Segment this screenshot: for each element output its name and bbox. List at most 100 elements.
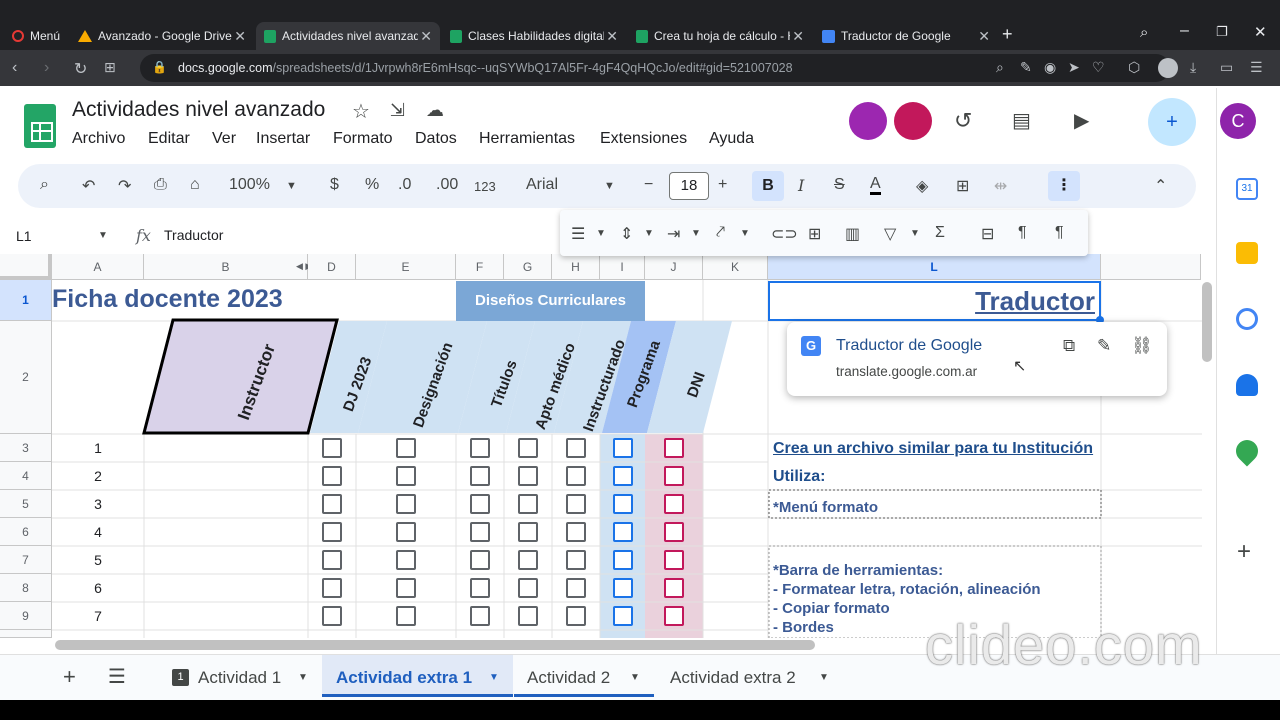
formula-input[interactable]: Traductor bbox=[164, 227, 223, 243]
decrease-font-size-icon[interactable]: − bbox=[644, 176, 653, 194]
column-header-g[interactable]: G bbox=[504, 254, 552, 280]
row-number-cell[interactable]: 3 bbox=[78, 496, 118, 512]
menu-ver[interactable]: Ver bbox=[212, 130, 236, 148]
checkbox[interactable] bbox=[470, 606, 490, 626]
checkbox[interactable] bbox=[613, 550, 633, 570]
browser-tab-drive[interactable]: Avanzado - Google Drive ✕ bbox=[70, 22, 254, 50]
checkbox[interactable] bbox=[613, 466, 633, 486]
crea-archivo-link[interactable]: Crea un archivo similar para tu Instituc… bbox=[773, 440, 1093, 458]
checkbox[interactable] bbox=[470, 466, 490, 486]
close-tab-icon[interactable]: ✕ bbox=[234, 28, 246, 45]
menu-ayuda[interactable]: Ayuda bbox=[709, 130, 754, 148]
checkbox[interactable] bbox=[396, 606, 416, 626]
horizontal-scrollbar[interactable] bbox=[55, 640, 815, 650]
checkbox[interactable] bbox=[470, 550, 490, 570]
zoom-chevron-icon[interactable]: ▼ bbox=[286, 180, 297, 192]
checkbox[interactable] bbox=[566, 438, 586, 458]
share-icon[interactable]: + bbox=[1148, 98, 1196, 146]
copy-link-icon[interactable]: ⧉ bbox=[1063, 336, 1075, 356]
print-icon[interactable]: ⎙ bbox=[154, 176, 167, 194]
checkbox[interactable] bbox=[322, 522, 342, 542]
checkbox[interactable] bbox=[613, 578, 633, 598]
checkbox[interactable] bbox=[664, 578, 684, 598]
checkbox[interactable] bbox=[470, 494, 490, 514]
checkbox[interactable] bbox=[322, 606, 342, 626]
get-addons-icon[interactable]: + bbox=[1237, 538, 1251, 566]
row-number-cell[interactable]: 4 bbox=[78, 524, 118, 540]
row-header[interactable]: 2 bbox=[0, 321, 52, 434]
row-header[interactable] bbox=[0, 630, 52, 638]
italic-button[interactable]: I bbox=[798, 176, 804, 195]
hide-menus-icon[interactable]: ⌃ bbox=[1154, 176, 1167, 196]
checkbox[interactable] bbox=[566, 522, 586, 542]
version-history-icon[interactable]: ↺ bbox=[954, 108, 972, 134]
column-header-k[interactable]: K bbox=[703, 254, 768, 280]
checkbox[interactable] bbox=[664, 466, 684, 486]
sheet-tab-actividad-extra-2[interactable]: Actividad extra 2 bbox=[670, 668, 796, 688]
account-avatar[interactable]: C bbox=[1220, 103, 1256, 139]
merge-cells-icon[interactable]: ⇹ bbox=[994, 176, 1007, 196]
checkbox[interactable] bbox=[566, 606, 586, 626]
checkbox[interactable] bbox=[470, 522, 490, 542]
column-header-m[interactable] bbox=[1101, 254, 1201, 280]
edit-link-icon[interactable]: ✎ bbox=[1097, 336, 1111, 356]
zoom-icon[interactable]: ⌕ bbox=[996, 59, 1004, 76]
menu-extensiones[interactable]: Extensiones bbox=[600, 130, 687, 148]
redo-icon[interactable]: ↷ bbox=[118, 176, 131, 196]
checkbox[interactable] bbox=[613, 522, 633, 542]
text-rotation-icon[interactable]: ⤤ bbox=[716, 224, 725, 242]
tab-search-icon[interactable]: ⌕ bbox=[1140, 24, 1148, 41]
checkbox[interactable] bbox=[470, 438, 490, 458]
maps-icon[interactable] bbox=[1231, 435, 1263, 467]
chevron-down-icon[interactable]: ▼ bbox=[630, 672, 640, 683]
column-header-i[interactable]: I bbox=[600, 254, 645, 280]
rtl-icon[interactable]: ¶ bbox=[1055, 224, 1064, 242]
row-number-cell[interactable]: 7 bbox=[78, 608, 118, 624]
row-header[interactable]: 4 bbox=[0, 462, 52, 490]
menu-formato[interactable]: Formato bbox=[333, 130, 393, 148]
close-tab-icon[interactable]: ✕ bbox=[606, 28, 618, 45]
checkbox[interactable] bbox=[518, 438, 538, 458]
column-header-h[interactable]: H bbox=[552, 254, 600, 280]
snapshot-icon[interactable]: ◉ bbox=[1044, 59, 1056, 76]
row-header[interactable]: 6 bbox=[0, 518, 52, 546]
traductor-link-cell[interactable]: Traductor bbox=[768, 281, 1101, 321]
checkbox[interactable] bbox=[566, 494, 586, 514]
meet-icon[interactable]: ▶ bbox=[1074, 108, 1089, 133]
percent-button[interactable]: % bbox=[365, 176, 379, 194]
more-options-icon[interactable]: ⋮ bbox=[1048, 171, 1080, 201]
insert-link-icon[interactable]: ⊂⊃ bbox=[771, 224, 798, 244]
row-header[interactable]: 1 bbox=[0, 280, 52, 321]
more-formats-button[interactable]: 123 bbox=[474, 179, 496, 194]
checkbox[interactable] bbox=[322, 494, 342, 514]
forward-icon[interactable]: › bbox=[44, 59, 49, 77]
row-number-cell[interactable]: 5 bbox=[78, 552, 118, 568]
new-tab-icon[interactable]: + bbox=[1002, 24, 1013, 45]
increase-decimal-button[interactable]: .00 bbox=[436, 176, 458, 194]
menu-editar[interactable]: Editar bbox=[148, 130, 190, 148]
extensions-icon[interactable]: ⬡ bbox=[1128, 59, 1140, 76]
column-header-d[interactable]: D bbox=[308, 254, 356, 280]
text-color-button[interactable]: A bbox=[870, 176, 881, 195]
checkbox[interactable] bbox=[664, 522, 684, 542]
bold-button[interactable]: B bbox=[752, 171, 784, 201]
checkbox[interactable] bbox=[664, 438, 684, 458]
checkbox[interactable] bbox=[518, 494, 538, 514]
remove-link-icon[interactable]: ⛓ bbox=[1131, 336, 1153, 356]
column-header-b[interactable]: B bbox=[144, 254, 308, 280]
checkbox[interactable] bbox=[518, 550, 538, 570]
speed-dial-icon[interactable]: ⊞ bbox=[104, 59, 116, 76]
document-title[interactable]: Actividades nivel avanzado bbox=[72, 98, 325, 122]
add-sheet-icon[interactable]: + bbox=[63, 664, 76, 690]
borders-icon[interactable]: ⊞ bbox=[956, 176, 969, 196]
checkbox[interactable] bbox=[566, 550, 586, 570]
text-wrap-icon[interactable]: ⇥ bbox=[667, 224, 680, 244]
checkbox[interactable] bbox=[396, 466, 416, 486]
keep-icon[interactable] bbox=[1236, 242, 1258, 264]
row-header[interactable]: 3 bbox=[0, 434, 52, 462]
contacts-icon[interactable] bbox=[1236, 374, 1258, 396]
checkbox[interactable] bbox=[396, 522, 416, 542]
column-header-j[interactable]: J bbox=[645, 254, 703, 280]
ltr-icon[interactable]: ¶ bbox=[1018, 224, 1027, 242]
freeze-icon[interactable]: ⊟ bbox=[981, 224, 994, 244]
